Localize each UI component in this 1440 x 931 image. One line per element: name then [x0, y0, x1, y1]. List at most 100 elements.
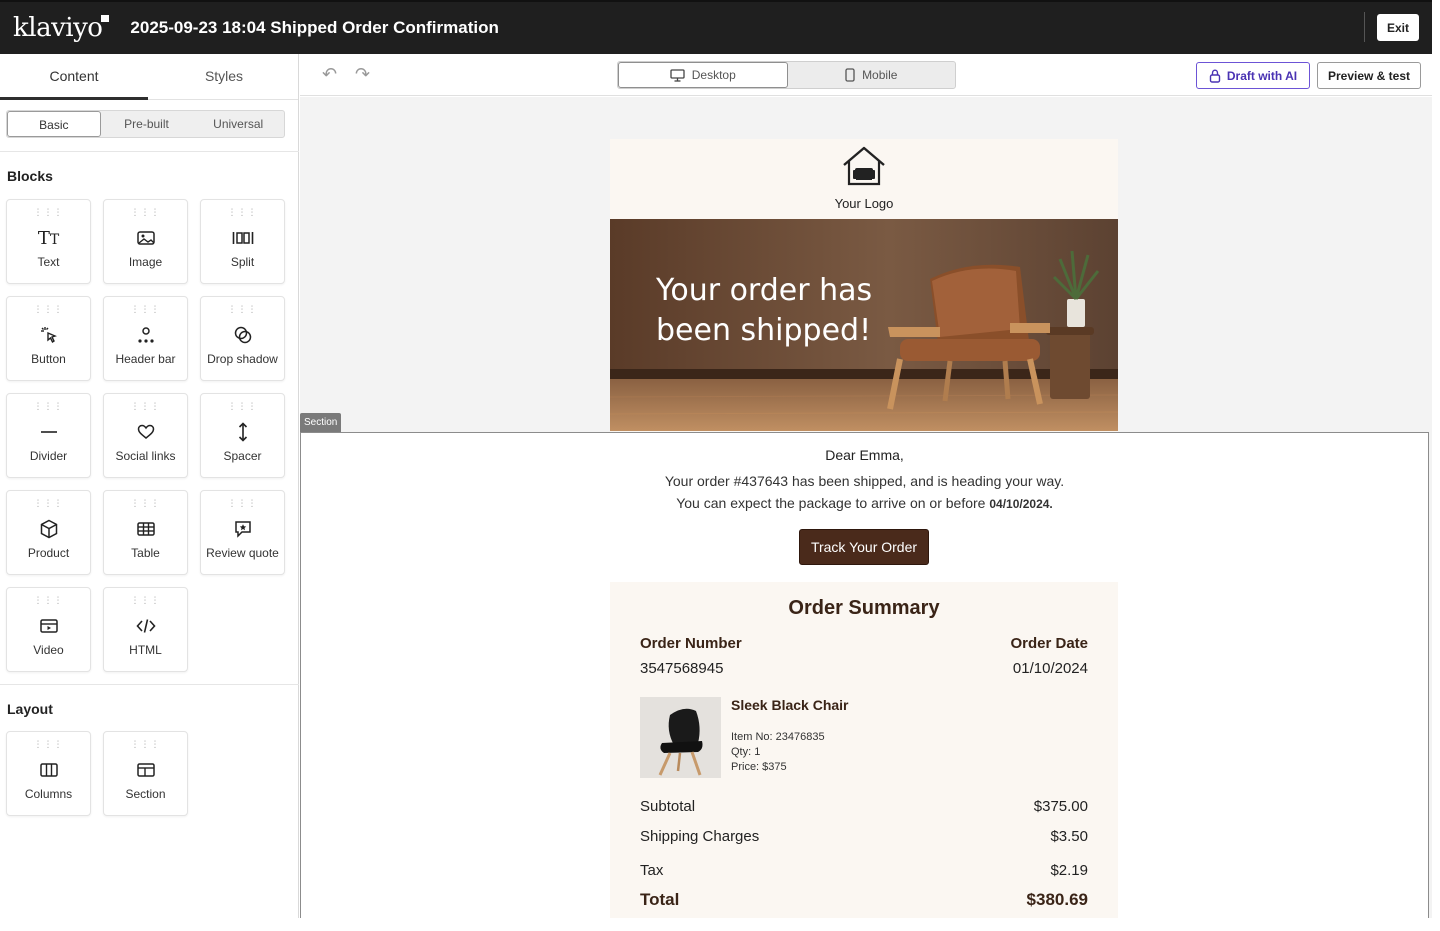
drag-handle-icon: ⋮⋮⋮ [33, 304, 64, 314]
block-text[interactable]: ⋮⋮⋮ TT Text [6, 199, 91, 284]
device-toggle: Desktop Mobile [617, 61, 956, 89]
drag-handle-icon: ⋮⋮⋮ [130, 304, 161, 314]
segment-universal[interactable]: Universal [192, 111, 284, 137]
brand-text: klaviyo [13, 13, 103, 43]
order-summary-title: Order Summary [788, 597, 940, 619]
order-date-label: Order Date [1010, 635, 1088, 652]
desktop-icon [670, 68, 685, 82]
block-type-segmented-control: Basic Pre-built Universal [6, 110, 285, 138]
block-section[interactable]: ⋮⋮⋮ Section [103, 731, 188, 816]
drag-handle-icon: ⋮⋮⋮ [227, 304, 258, 314]
block-header-bar[interactable]: ⋮⋮⋮ Header bar [103, 296, 188, 381]
divider-icon [7, 421, 90, 443]
campaign-title[interactable]: 2025-09-23 18:04 Shipped Order Confirmat… [130, 18, 498, 38]
segment-pre-built[interactable]: Pre-built [101, 111, 193, 137]
block-label: Divider [29, 449, 68, 463]
logo-flag-icon [101, 15, 110, 22]
split-icon [201, 227, 284, 249]
draft-with-ai-button[interactable]: Draft with AI [1196, 62, 1310, 89]
product-icon [7, 518, 90, 540]
block-label: Button [31, 352, 66, 366]
review-quote-icon [201, 518, 284, 540]
lock-icon [1209, 68, 1221, 83]
block-divider[interactable]: ⋮⋮⋮ Divider [6, 393, 91, 478]
block-label: Image [128, 255, 163, 269]
block-video[interactable]: ⋮⋮⋮ Video [6, 587, 91, 672]
block-image[interactable]: ⋮⋮⋮ Image [103, 199, 188, 284]
block-label: Table [131, 546, 160, 560]
tax-label: Tax [640, 862, 664, 879]
house-logo-icon [610, 144, 1118, 193]
columns-icon [7, 759, 90, 781]
block-label: Split [230, 255, 255, 269]
button-icon [7, 324, 90, 346]
block-table[interactable]: ⋮⋮⋮ Table [103, 490, 188, 575]
block-spacer[interactable]: ⋮⋮⋮ Spacer [200, 393, 285, 478]
tax-value: $2.19 [1050, 862, 1088, 879]
block-drop-shadow[interactable]: ⋮⋮⋮ Drop shadow [200, 296, 285, 381]
block-label: Video [33, 643, 64, 657]
segment-basic[interactable]: Basic [7, 111, 101, 137]
exit-button[interactable]: Exit [1377, 14, 1419, 41]
redo-icon[interactable]: ↷ [355, 64, 370, 85]
drag-handle-icon: ⋮⋮⋮ [130, 595, 161, 605]
block-label: Text [37, 255, 60, 269]
hero-image[interactable]: Your order has been shipped! [610, 219, 1118, 431]
text-icon: TT [37, 227, 60, 249]
block-label: Columns [24, 787, 73, 801]
layout-heading: Layout [7, 701, 53, 717]
drop-shadow-icon [201, 324, 284, 346]
drag-handle-icon: ⋮⋮⋮ [227, 498, 258, 508]
heart-icon [104, 421, 187, 443]
block-html[interactable]: ⋮⋮⋮ HTML [103, 587, 188, 672]
product-qty: Qty: 1 [731, 746, 761, 758]
drag-handle-icon: ⋮⋮⋮ [33, 595, 64, 605]
order-number-value: 3547568945 [640, 660, 724, 677]
section-tag[interactable]: Section [300, 413, 342, 432]
block-review-quote[interactable]: ⋮⋮⋮ Review quote [200, 490, 285, 575]
preview-and-test-button[interactable]: Preview & test [1317, 62, 1421, 89]
drag-handle-icon: ⋮⋮⋮ [227, 401, 258, 411]
tab-content[interactable]: Content [0, 54, 148, 100]
block-product[interactable]: ⋮⋮⋮ Product [6, 490, 91, 575]
block-label: Review quote [206, 546, 279, 560]
arrival-message: You can expect the package to arrive on … [300, 495, 1429, 511]
section-icon [104, 759, 187, 781]
email-canvas: Your Logo Your order has been shipped! S… [300, 97, 1432, 918]
desktop-label: Desktop [691, 68, 736, 82]
code-icon [104, 615, 187, 637]
order-summary-block[interactable]: Order Summary Order Number 3547568945 Or… [610, 582, 1118, 918]
panel-tabs: Content Styles [0, 54, 298, 100]
spacer-icon [201, 421, 284, 443]
block-label: Spacer [223, 449, 262, 463]
block-button[interactable]: ⋮⋮⋮ Button [6, 296, 91, 381]
left-panel: Content Styles Basic Pre-built Universal… [0, 54, 299, 918]
image-icon [104, 227, 187, 249]
mobile-toggle[interactable]: Mobile [788, 62, 956, 88]
subtotal-label: Subtotal [640, 798, 696, 815]
desktop-toggle[interactable]: Desktop [618, 62, 788, 88]
header-bar-icon [104, 324, 187, 346]
block-label: Header bar [115, 352, 176, 366]
email-header-block[interactable]: Your Logo Your order has been shipped! [610, 139, 1118, 432]
top-divider [1364, 12, 1365, 42]
track-order-button[interactable]: Track Your Order [799, 529, 929, 565]
block-social-links[interactable]: ⋮⋮⋮ Social links [103, 393, 188, 478]
product-price: Price: $375 [731, 761, 787, 773]
total-label: Total [640, 890, 680, 909]
drag-handle-icon: ⋮⋮⋮ [33, 207, 64, 217]
drag-handle-icon: ⋮⋮⋮ [33, 401, 64, 411]
product-item-no: Item No: 23476835 [731, 731, 825, 743]
tab-styles[interactable]: Styles [150, 54, 298, 100]
block-label: Social links [115, 449, 176, 463]
divider [0, 684, 299, 685]
total-value: $380.69 [1026, 890, 1088, 909]
undo-icon[interactable]: ↶ [322, 64, 337, 85]
block-split[interactable]: ⋮⋮⋮ Split [200, 199, 285, 284]
klaviyo-logo[interactable]: klaviyo [13, 13, 110, 43]
top-bar: klaviyo 2025-09-23 18:04 Shipped Order C… [0, 0, 1432, 54]
divider [0, 151, 299, 152]
logo-caption: Your Logo [834, 196, 894, 211]
arrival-date: 04/10/2024. [989, 497, 1053, 511]
block-columns[interactable]: ⋮⋮⋮ Columns [6, 731, 91, 816]
